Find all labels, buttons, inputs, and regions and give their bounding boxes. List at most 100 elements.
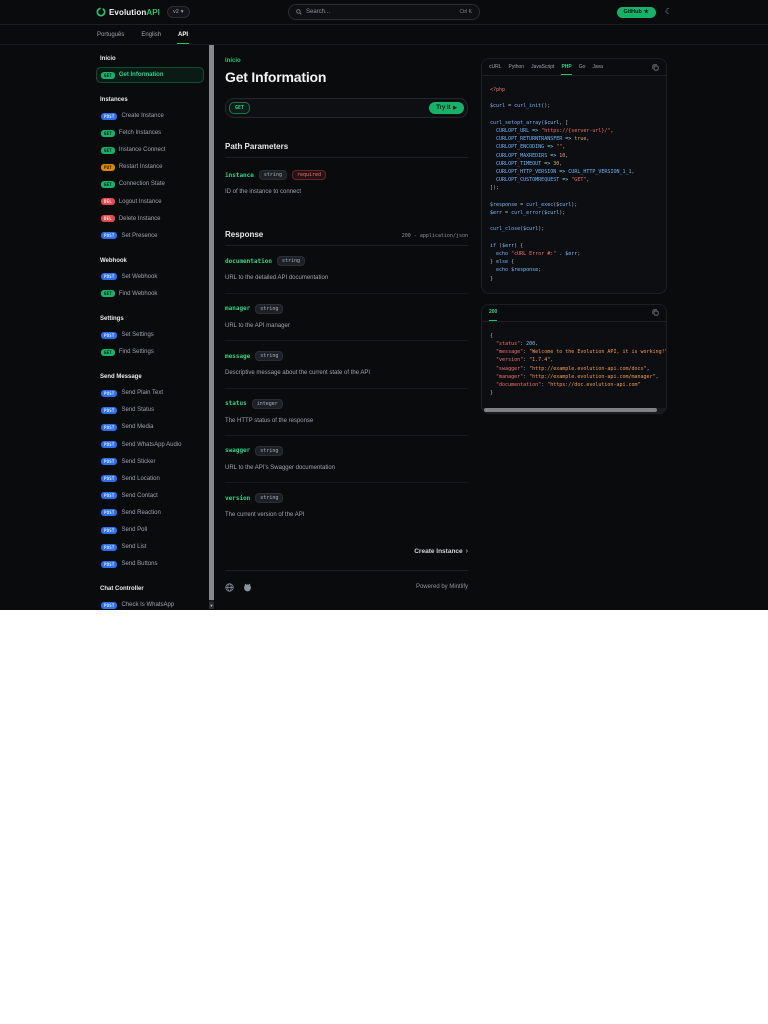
field-header: swagger string	[225, 445, 468, 456]
sidebar-item-send-list[interactable]: POST Send List	[96, 539, 204, 555]
code-tab-python[interactable]: Python	[509, 59, 525, 75]
code-line: echo "cURL Error #:" . $err;	[496, 251, 581, 258]
copy-icon	[652, 309, 659, 316]
github-icon[interactable]	[243, 583, 252, 592]
response-example-panel: 200 { "status": 200, "message": "Welcome…	[481, 303, 667, 414]
try-it-button[interactable]: Try it ▶	[429, 102, 464, 114]
sidebar-item-logout-instance[interactable]: DEL Logout Instance	[96, 194, 204, 210]
method-badge-post: POST	[101, 331, 118, 339]
sidebar-item-set-settings[interactable]: POST Set Settings	[96, 327, 204, 343]
sidebar-item-send-buttons[interactable]: POST Send Buttons	[96, 556, 204, 572]
version-dropdown[interactable]: v2 ▾	[166, 6, 190, 18]
copy-code-button[interactable]	[652, 64, 659, 71]
sidebar-item-send-reaction[interactable]: POST Send Reaction	[96, 505, 204, 521]
response-status-tab[interactable]: 200	[489, 305, 498, 321]
path-parameters-list: instance string required ID of the instance…	[225, 158, 468, 206]
scrollbar-thumb[interactable]	[484, 408, 657, 412]
code-tab-java[interactable]: Java	[592, 59, 603, 75]
sidebar-item-create-instance[interactable]: POST Create Instance	[96, 108, 204, 124]
github-button[interactable]: GitHub ★	[616, 6, 656, 18]
sidebar-item-send-whatsapp-audio[interactable]: POST Send WhatsApp Audio	[96, 437, 204, 453]
code-line: CURLOPT_URL => "https://{server-url}/",	[496, 128, 614, 135]
method-badge-post: POST	[101, 389, 118, 397]
code-tab-curl[interactable]: cURL	[489, 59, 502, 75]
response-field: manager string URL to the API manager	[225, 292, 468, 340]
code-tab-php[interactable]: PHP	[561, 59, 572, 75]
sidebar-item-label: Check Is WhatsApp	[121, 602, 175, 609]
sidebar-item-find-settings[interactable]: GET Find Settings	[96, 344, 204, 360]
sidebar-item-send-plain-text[interactable]: POST Send Plain Text	[96, 385, 204, 401]
code-line: curl_close($curl);	[490, 226, 545, 233]
field-header: version string	[225, 493, 468, 504]
scrollbar-thumb[interactable]	[209, 45, 214, 600]
website-globe-icon[interactable]	[225, 583, 234, 592]
field-name: manager	[225, 305, 251, 313]
field-description: URL to the detailed API documentation	[225, 275, 329, 282]
request-code-panel: cURL Python JavaScript PHP Go Java <?php $cur…	[481, 58, 667, 294]
sidebar-item-label: Send Plain Text	[121, 390, 164, 397]
sidebar-section-title: Chat Controller	[100, 586, 144, 593]
sidebar-item-send-location[interactable]: POST Send Location	[96, 471, 204, 487]
field-description: Descriptive message about the current st…	[225, 370, 371, 377]
code-line: "version": "1.7.4",	[496, 357, 554, 364]
code-line: <?php	[490, 87, 506, 93]
chevron-right-icon: ›	[465, 547, 468, 555]
response-field: status integer The HTTP status of the resp…	[225, 387, 468, 435]
sidebar-item-set-webhook[interactable]: POST Set Webhook	[96, 269, 204, 285]
field-type-badge: string	[255, 493, 284, 504]
code-line: "manager": "http://example.evolution-api…	[496, 373, 659, 380]
sidebar-item-label: Instance Connect	[118, 147, 166, 154]
code-line: curl_setopt_array($curl, [	[490, 119, 569, 126]
code-tab-go[interactable]: Go	[579, 59, 586, 75]
sidebar-item-send-poll[interactable]: POST Send Poll	[96, 522, 204, 538]
sidebar-item-fetch-instances[interactable]: GET Fetch Instances	[96, 125, 204, 141]
method-badge-post: POST	[101, 406, 118, 414]
lang-tab-api[interactable]: API	[177, 32, 190, 44]
page-title: Get Information	[225, 69, 327, 85]
sidebar-item-delete-instance[interactable]: DEL Delete Instance	[96, 211, 204, 227]
sidebar-item-find-webhook[interactable]: GET Find Webhook	[96, 286, 204, 302]
method-badge-post: POST	[101, 441, 118, 449]
sidebar-item-label: Restart Instance	[118, 164, 163, 171]
theme-toggle-moon-icon[interactable]: ☾	[665, 8, 672, 16]
page: EvolutionAPI v2 ▾ Search... Ctrl K GitHu…	[0, 0, 768, 1024]
sidebar-item-check-is-whatsapp[interactable]: POST Check Is WhatsApp	[96, 597, 204, 609]
sidebar-item-label: Send Status	[121, 407, 155, 414]
sidebar-scrollbar[interactable]: ▼	[209, 45, 214, 609]
sidebar-item-label: Set Webhook	[121, 273, 158, 280]
breadcrumb-eyebrow: Início	[225, 58, 241, 64]
sidebar-item-restart-instance[interactable]: PUT Restart Instance	[96, 159, 204, 175]
response-code-block: { "status": 200, "message": "Welcome to …	[482, 322, 666, 408]
sidebar-item-label: Set Presence	[121, 232, 158, 239]
lang-tab-english[interactable]: English	[140, 32, 162, 44]
response-heading: Response 200 - application/json	[225, 230, 468, 247]
endpoint-bar: GET Try it ▶	[225, 98, 468, 118]
horizontal-scrollbar[interactable]	[482, 407, 666, 413]
sidebar-item-set-presence[interactable]: POST Set Presence	[96, 228, 204, 244]
path-parameter: instance string required ID of the instance…	[225, 158, 468, 206]
next-page-link[interactable]: Create Instance ›	[225, 548, 468, 555]
sidebar-item-send-contact[interactable]: POST Send Contact	[96, 488, 204, 504]
code-tab-javascript[interactable]: JavaScript	[531, 59, 554, 75]
sidebar-item-connection-state[interactable]: GET Connection State	[96, 176, 204, 192]
sidebar-item-label: Fetch Instances	[118, 130, 162, 137]
sidebar-item-send-media[interactable]: POST Send Media	[96, 419, 204, 435]
code-line: CURLOPT_MAXREDIRS => 10,	[496, 152, 569, 159]
sidebar-item-label: Get Information	[118, 72, 164, 78]
copy-response-button[interactable]	[652, 309, 659, 316]
lang-tab-portugu-s[interactable]: Português	[96, 32, 125, 44]
field-name: message	[225, 352, 251, 360]
search-shortcut: Ctrl K	[459, 9, 473, 15]
sidebar-section-title: Instances	[100, 97, 128, 104]
sidebar-item-send-sticker[interactable]: POST Send Sticker	[96, 454, 204, 470]
sidebar-item-send-status[interactable]: POST Send Status	[96, 402, 204, 418]
sidebar-item-instance-connect[interactable]: GET Instance Connect	[96, 142, 204, 158]
sidebar-nav: Início GET Get Information Instances POST Cre…	[96, 45, 214, 609]
sidebar-item-get-information[interactable]: GET Get Information	[96, 67, 204, 84]
param-header: instance string required	[225, 170, 468, 180]
scrollbar-down-arrow[interactable]: ▼	[209, 602, 214, 609]
logo[interactable]: EvolutionAPI	[96, 7, 160, 17]
search-input[interactable]: Search... Ctrl K	[288, 4, 480, 20]
sidebar-item-label: Set Settings	[121, 332, 154, 339]
